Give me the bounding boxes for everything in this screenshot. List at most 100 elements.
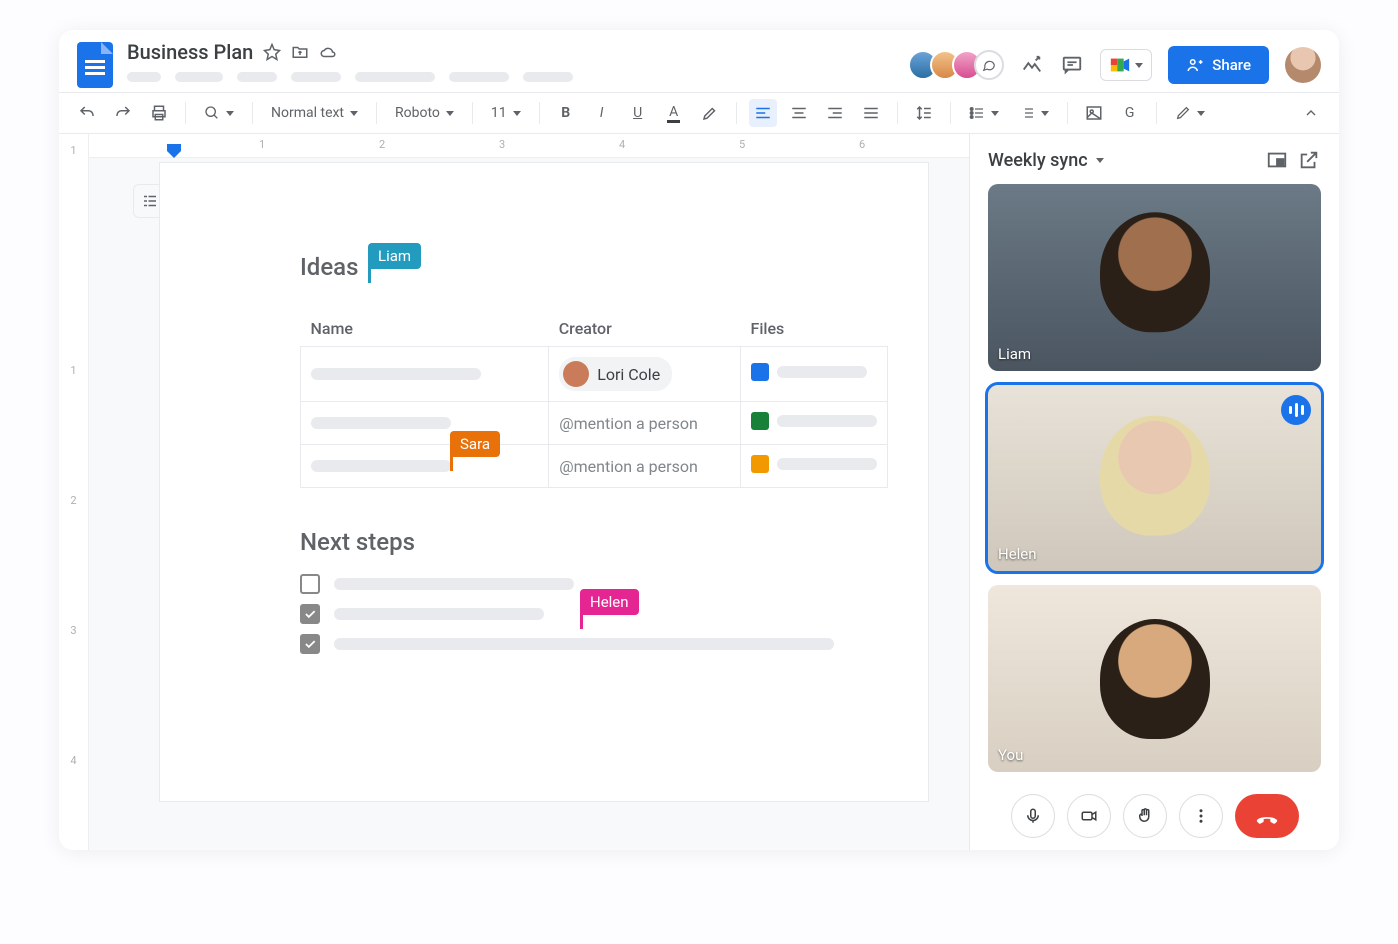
mention-placeholder[interactable]: @mention a person <box>559 457 698 476</box>
picture-in-picture-icon[interactable] <box>1265 148 1289 172</box>
collaborator-avatars[interactable] <box>908 50 1004 80</box>
checkbox-checked[interactable] <box>300 634 320 654</box>
meet-button[interactable] <box>1100 49 1152 81</box>
title-area: Business Plan <box>127 40 573 82</box>
person-illustration <box>1100 619 1210 739</box>
italic-button[interactable]: I <box>588 99 616 127</box>
insert-link-button[interactable]: G <box>1116 99 1144 127</box>
tile-name: Helen <box>998 545 1037 563</box>
chevron-down-icon <box>1135 63 1143 68</box>
menu-item[interactable] <box>127 72 161 82</box>
file-chip-doc[interactable] <box>751 363 867 381</box>
highlight-button[interactable] <box>696 99 724 127</box>
undo-button[interactable] <box>73 99 101 127</box>
camera-button[interactable] <box>1067 794 1111 838</box>
table-row[interactable]: @mention a person <box>301 445 888 488</box>
underline-button[interactable]: U <box>624 99 652 127</box>
person-illustration <box>1100 416 1210 536</box>
menu-bar[interactable] <box>127 72 573 82</box>
align-justify-button[interactable] <box>857 99 885 127</box>
toolbar: Normal text Roboto 11 B I U A G <box>59 92 1339 134</box>
collaborator-cursor-sara: Sara <box>450 431 500 457</box>
chevron-down-icon[interactable] <box>1096 158 1104 163</box>
speaking-indicator-icon <box>1281 395 1311 425</box>
open-external-icon[interactable] <box>1297 148 1321 172</box>
col-creator: Creator <box>549 311 741 347</box>
numbered-list-button[interactable] <box>1013 99 1055 127</box>
body: 1 1 2 3 4 1 2 3 4 5 6 Liam Sara Helen <box>59 134 1339 850</box>
activity-icon[interactable] <box>1020 53 1044 77</box>
text-color-button[interactable]: A <box>660 99 688 127</box>
mic-button[interactable] <box>1011 794 1055 838</box>
table-row[interactable]: @mention a person <box>301 402 888 445</box>
collaborator-cursor-helen: Helen <box>580 589 639 615</box>
person-chip[interactable]: Lori Cole <box>559 357 672 391</box>
align-right-button[interactable] <box>821 99 849 127</box>
meet-controls <box>988 786 1321 838</box>
account-avatar[interactable] <box>1285 47 1321 83</box>
more-options-button[interactable] <box>1179 794 1223 838</box>
menu-item[interactable] <box>523 72 573 82</box>
menu-item[interactable] <box>355 72 435 82</box>
col-name: Name <box>301 311 549 347</box>
share-label: Share <box>1212 56 1251 74</box>
heading-next-steps[interactable]: Next steps <box>300 528 888 556</box>
video-tile[interactable]: You <box>988 585 1321 772</box>
person-illustration <box>1100 213 1210 333</box>
comments-icon[interactable] <box>1060 53 1084 77</box>
end-call-button[interactable] <box>1235 794 1299 838</box>
horizontal-ruler: 1 2 3 4 5 6 <box>89 134 969 158</box>
app-window: Business Plan <box>59 30 1339 850</box>
editing-mode-button[interactable] <box>1169 99 1211 127</box>
docs-app-icon[interactable] <box>77 42 113 88</box>
menu-item[interactable] <box>237 72 277 82</box>
table-row[interactable]: Lori Cole <box>301 347 888 402</box>
style-select[interactable]: Normal text <box>265 99 364 127</box>
insert-image-button[interactable] <box>1080 99 1108 127</box>
menu-item[interactable] <box>449 72 509 82</box>
menu-item[interactable] <box>291 72 341 82</box>
tile-name: Liam <box>998 345 1031 363</box>
chat-avatar-icon[interactable] <box>974 50 1004 80</box>
meet-icon <box>1109 54 1131 76</box>
collaborator-cursor-liam: Liam <box>368 243 421 269</box>
collapse-toolbar-button[interactable] <box>1297 99 1325 127</box>
vertical-ruler: 1 1 2 3 4 <box>59 134 89 850</box>
line-spacing-button[interactable] <box>910 99 938 127</box>
align-center-button[interactable] <box>785 99 813 127</box>
menu-item[interactable] <box>175 72 223 82</box>
zoom-select[interactable] <box>198 99 240 127</box>
doc-title[interactable]: Business Plan <box>127 40 253 64</box>
video-tile[interactable]: Helen <box>988 385 1321 572</box>
raise-hand-button[interactable] <box>1123 794 1167 838</box>
checkbox-checked[interactable] <box>300 604 320 624</box>
print-button[interactable] <box>145 99 173 127</box>
file-chip-sheet[interactable] <box>751 412 877 430</box>
bulleted-list-button[interactable] <box>963 99 1005 127</box>
redo-button[interactable] <box>109 99 137 127</box>
indent-marker[interactable] <box>167 144 181 158</box>
align-left-button[interactable] <box>749 99 777 127</box>
mention-placeholder[interactable]: @mention a person <box>559 414 698 433</box>
meet-panel: Weekly sync Liam Helen You <box>969 134 1339 850</box>
bold-button[interactable]: B <box>552 99 580 127</box>
star-icon[interactable] <box>263 43 281 61</box>
font-size-select[interactable]: 11 <box>485 99 527 127</box>
checkbox-unchecked[interactable] <box>300 574 320 594</box>
video-tile[interactable]: Liam <box>988 184 1321 371</box>
meet-title[interactable]: Weekly sync <box>988 150 1088 171</box>
col-files: Files <box>741 311 888 347</box>
share-button[interactable]: Share <box>1168 46 1269 84</box>
font-select[interactable]: Roboto <box>389 99 460 127</box>
move-folder-icon[interactable] <box>291 43 309 61</box>
doc-header: Business Plan <box>59 30 1339 92</box>
cloud-status-icon[interactable] <box>319 43 337 61</box>
ideas-table[interactable]: Name Creator Files Lori Cole @mention a … <box>300 311 888 488</box>
document-area: 1 2 3 4 5 6 Liam Sara Helen Ideas Name C… <box>89 134 969 850</box>
checklist-item[interactable] <box>300 634 888 654</box>
file-chip-slide[interactable] <box>751 455 877 473</box>
tile-name: You <box>998 746 1023 764</box>
meet-header: Weekly sync <box>988 148 1321 172</box>
header-right: Share <box>908 40 1321 84</box>
document-page[interactable]: Liam Sara Helen Ideas Name Creator Files… <box>159 162 929 802</box>
